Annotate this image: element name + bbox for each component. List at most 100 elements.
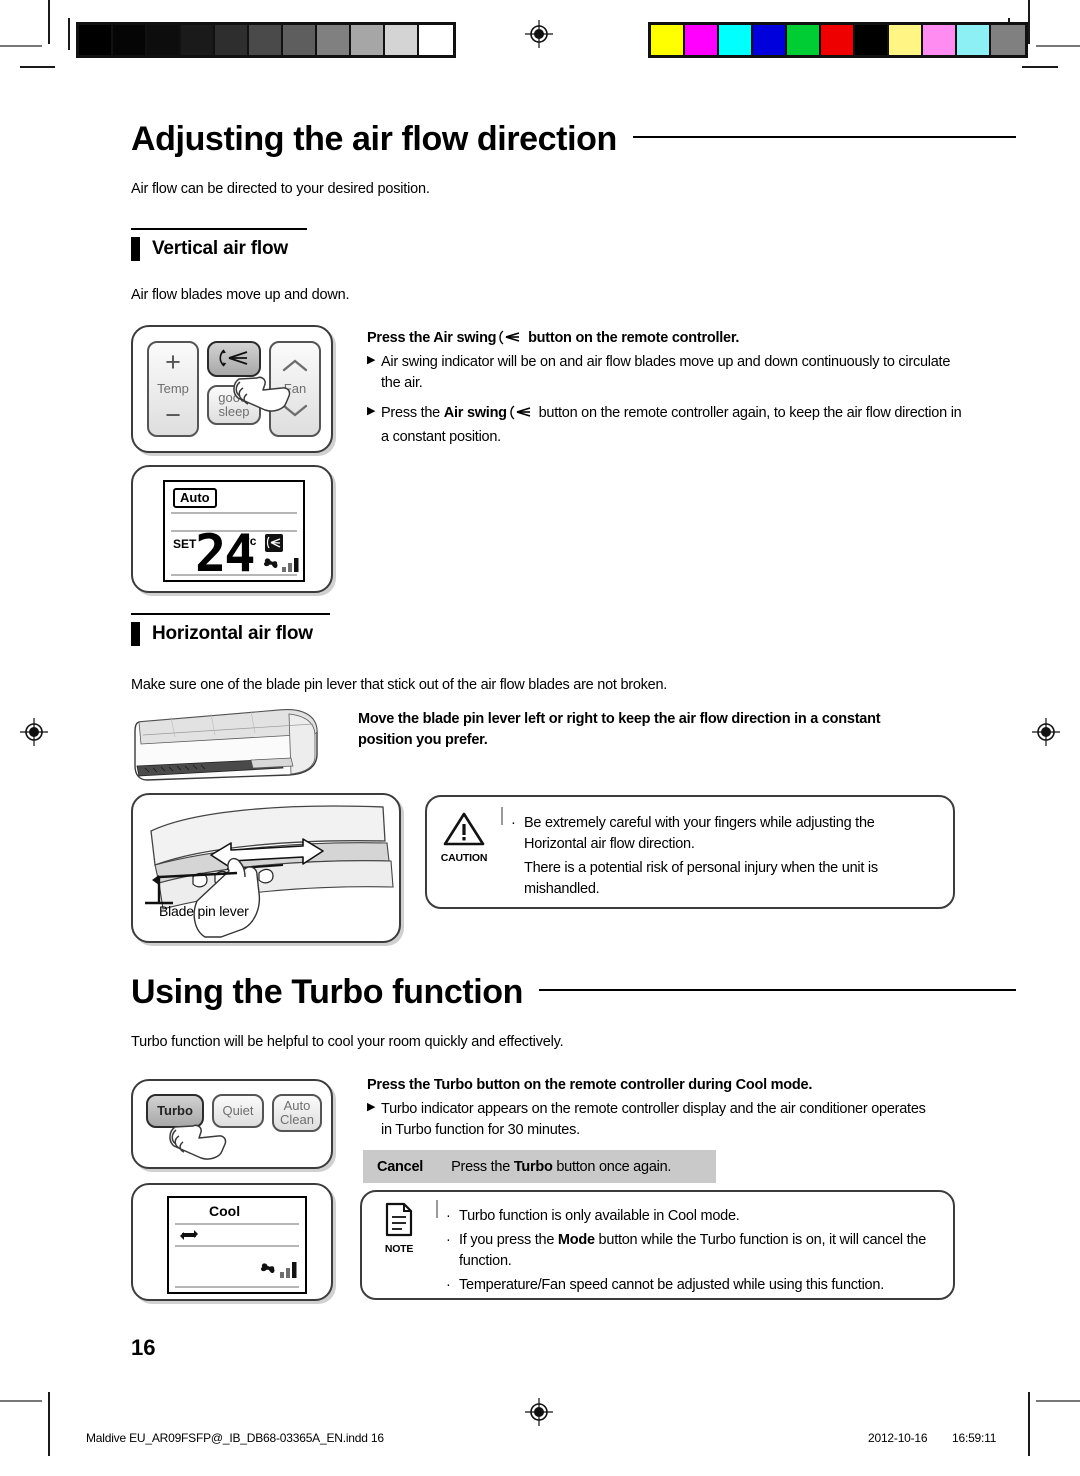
- lcd-degree-unit: °c: [245, 534, 257, 548]
- bullet-triangle-icon: ▶: [367, 354, 376, 366]
- bullet-text: Air swing indicator will be on and air f…: [381, 354, 951, 392]
- blade-pin-lever-illustration: Blade pin lever: [131, 793, 401, 943]
- caution-divider: [501, 807, 503, 825]
- subsection-tab: [131, 237, 140, 261]
- list-item: There is a potential risk of personal in…: [511, 858, 941, 900]
- note-text: If you press the Mode button while the T…: [459, 1230, 936, 1272]
- blade-pin-lever-label: Blade pin lever: [159, 903, 249, 919]
- cancel-label: Cancel: [377, 1158, 424, 1175]
- section2-intro: Turbo function will be helpful to cool y…: [131, 1034, 564, 1050]
- air-swing-inline-icon: [509, 405, 533, 427]
- turbo-bullet-list: ▶ Turbo indicator appears on the remote …: [367, 1099, 937, 1150]
- turbo-lead-post: button on the remote controller during C…: [472, 1077, 813, 1093]
- note-text: Turbo function is only available in Cool…: [459, 1208, 740, 1224]
- subsection-horizontal-air-flow: Horizontal air flow: [131, 613, 330, 646]
- note-divider: [436, 1200, 438, 1218]
- bullet-triangle-icon: ▶: [367, 1101, 376, 1113]
- vertical-lead-post: button on the remote controller.: [524, 330, 740, 346]
- page-content: Adjusting the air flow direction Air flo…: [0, 0, 1080, 1476]
- caution-text: There is a potential risk of personal in…: [524, 860, 878, 898]
- caution-icon-group: CAUTION: [433, 811, 495, 864]
- subsection-rule: [131, 613, 330, 615]
- temp-minus-icon: −: [165, 399, 181, 430]
- subsection-vertical-air-flow: Vertical air flow: [131, 228, 307, 261]
- section2-title: Using the Turbo function: [131, 973, 524, 1011]
- cancel-instruction-strip: Cancel Press the Turbo button once again…: [363, 1150, 716, 1183]
- air-swing-inline-icon: [498, 330, 522, 352]
- temp-plus-icon: +: [165, 347, 181, 378]
- turbo-lead-bold: Turbo: [433, 1077, 473, 1093]
- list-item: · If you press the Mode button while the…: [446, 1230, 936, 1272]
- bullet-text-pre: Press the: [381, 405, 444, 422]
- bullet-dot-spacer: [511, 858, 524, 900]
- pointing-hand-icon: [165, 1113, 235, 1174]
- note-label: NOTE: [384, 1243, 414, 1255]
- horizontal-intro: Make sure one of the blade pin lever tha…: [131, 677, 668, 693]
- caution-label: CAUTION: [440, 852, 488, 864]
- note-text-bold: Mode: [557, 1232, 595, 1249]
- bullet-triangle-icon: ▶: [367, 405, 376, 418]
- vertical-bullet-list: ▶ Air swing indicator will be on and air…: [367, 352, 962, 457]
- remote-display-illustration-auto: Auto SET 24 °c: [131, 465, 333, 593]
- lcd-mode-badge: Auto: [173, 488, 217, 509]
- warning-triangle-icon: [443, 812, 485, 851]
- horizontal-lead: Move the blade pin lever left or right t…: [358, 711, 881, 749]
- vertical-lead: Press the Air swing button on the remote…: [367, 328, 957, 352]
- caution-text: Be extremely careful with your fingers w…: [524, 815, 875, 853]
- note-text: Temperature/Fan speed cannot be adjusted…: [459, 1277, 884, 1294]
- vertical-lead-pre: Press the: [367, 330, 434, 346]
- page-title: Adjusting the air flow direction: [131, 120, 617, 158]
- indoor-unit-illustration: [131, 704, 326, 786]
- cancel-text-pre: Press the: [451, 1158, 514, 1175]
- footer-time: 16:59:11: [952, 1431, 997, 1445]
- remote-buttons-illustration: + Temp − good' sleep Fan: [131, 325, 333, 453]
- list-item: ▶ Air swing indicator will be on and air…: [367, 352, 962, 394]
- subsection-tab: [131, 622, 140, 646]
- manual-page: Adjusting the air flow direction Air flo…: [0, 0, 1080, 1476]
- fan-speed-icon: [257, 1258, 301, 1285]
- caution-body: · Be extremely careful with your fingers…: [511, 813, 941, 903]
- list-item: · Turbo function is only available in Co…: [446, 1206, 936, 1227]
- note-body: · Turbo function is only available in Co…: [446, 1206, 936, 1299]
- subsection-rule: [131, 228, 307, 230]
- turbo-remote-buttons-illustration: Turbo Quiet Auto Clean: [131, 1079, 333, 1169]
- lcd-rule-3: [171, 574, 297, 576]
- bullet-text-bold: Air swing: [443, 405, 507, 422]
- lcd-rule-1: [175, 1223, 299, 1225]
- bullet-dot-icon: ·: [511, 815, 516, 831]
- pointing-hand-icon: [229, 363, 299, 426]
- temp-key[interactable]: + Temp −: [147, 341, 199, 437]
- list-item: ▶ Turbo indicator appears on the remote …: [367, 1099, 937, 1141]
- cancel-text: Press the Turbo button once again.: [451, 1159, 671, 1175]
- list-item: · Temperature/Fan speed cannot be adjust…: [446, 1275, 936, 1296]
- list-item: ▶ Press the Air swing button on the remo…: [367, 403, 962, 448]
- cancel-text-bold: Turbo: [513, 1158, 553, 1175]
- page-number: 16: [131, 1335, 156, 1360]
- temp-label: Temp: [157, 381, 189, 397]
- lcd-rule-3: [175, 1286, 299, 1288]
- turbo-lead-pre: Press the: [367, 1077, 434, 1093]
- auto-clean-label-1: Auto: [283, 1098, 311, 1114]
- cancel-text-post: button once again.: [552, 1158, 672, 1175]
- note-document-icon: [383, 1202, 415, 1242]
- bullet-dot-icon: ·: [446, 1277, 451, 1294]
- footer-filename: Maldive EU_AR09FSFP@_IB_DB68-03365A_EN.i…: [86, 1431, 384, 1445]
- caution-box: CAUTION · Be extremely careful with your…: [425, 795, 955, 909]
- auto-clean-key[interactable]: Auto Clean: [272, 1094, 322, 1132]
- title-rule: [539, 989, 1016, 991]
- lcd-panel-auto: Auto SET 24 °c: [163, 480, 305, 582]
- turbo-lead: Press the Turbo button on the remote con…: [367, 1075, 957, 1096]
- footer-date: 2012-10-16: [868, 1431, 928, 1445]
- lcd-set-label: SET: [173, 537, 197, 551]
- remote-display-illustration-cool: Cool: [131, 1183, 333, 1301]
- note-text-pre: If you press the: [459, 1232, 558, 1249]
- lcd-mode-cool: Cool: [209, 1203, 241, 1219]
- lcd-rule-2: [175, 1245, 299, 1247]
- section-title-turbo: Using the Turbo function: [131, 975, 1016, 1009]
- note-box: NOTE · Turbo function is only available …: [360, 1190, 955, 1300]
- lcd-panel-cool: Cool: [167, 1196, 307, 1294]
- vertical-lead-bold: Air swing: [433, 330, 497, 346]
- list-item: · Be extremely careful with your fingers…: [511, 813, 941, 855]
- note-icon-group: NOTE: [368, 1202, 430, 1255]
- vertical-intro: Air flow blades move up and down.: [131, 287, 350, 303]
